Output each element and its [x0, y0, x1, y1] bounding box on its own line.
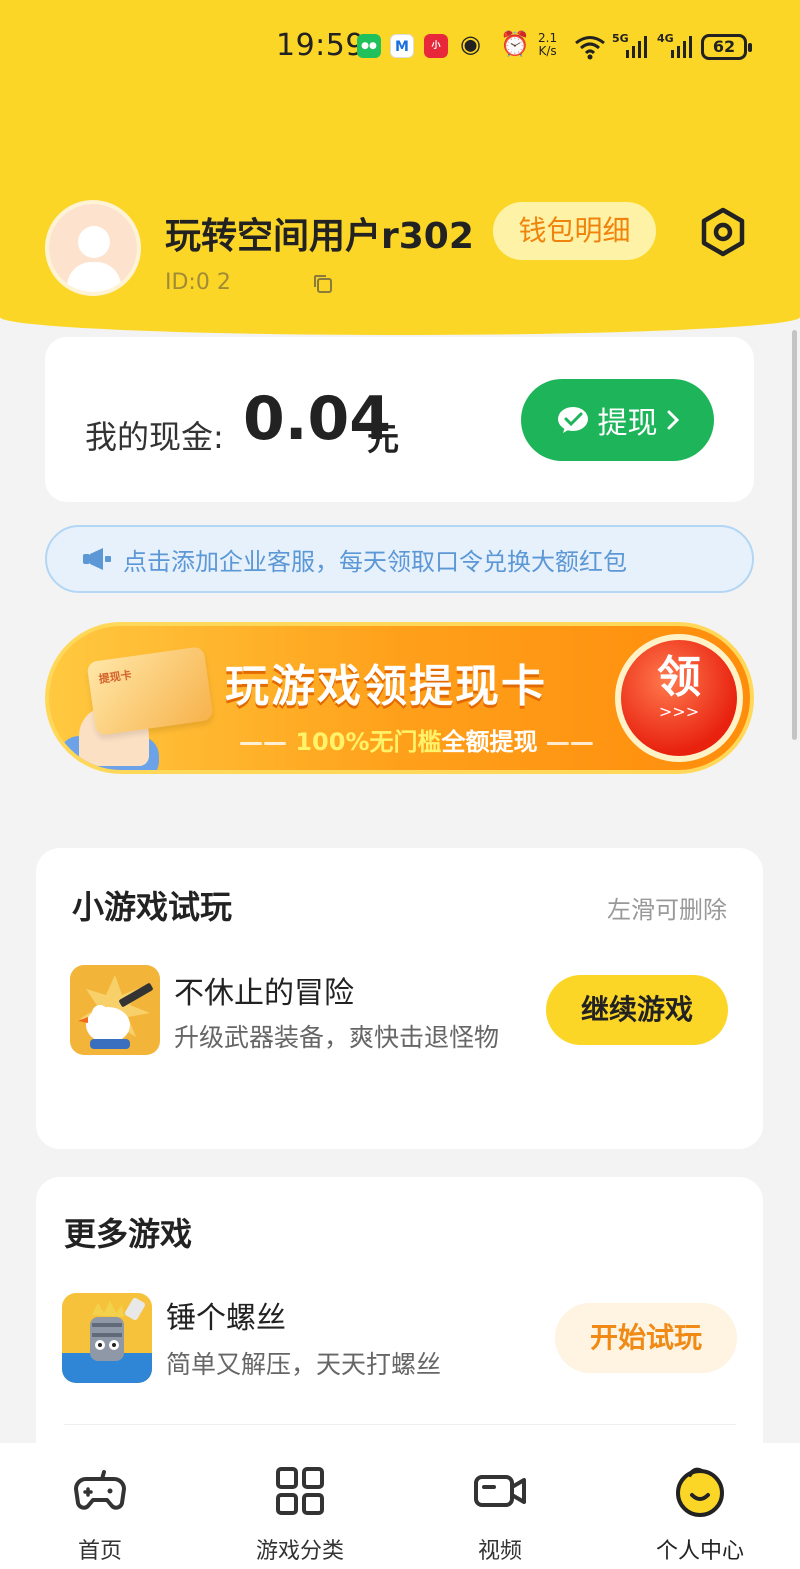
section-title: 更多游戏: [64, 1215, 193, 1253]
gamepad-icon: [74, 1470, 126, 1510]
wechat-icon: [557, 407, 588, 433]
cash-card: 我的现金: 0.04 元 提现: [45, 337, 754, 502]
nav-item-profile[interactable]: 个人中心: [600, 1443, 800, 1569]
game-icon[interactable]: [62, 1293, 152, 1383]
profile-face-icon: [676, 1467, 724, 1517]
wechat-notification-icon: ●●: [357, 34, 381, 58]
signal-bars-icon: [671, 36, 692, 58]
network-speed: 2.1 K/s: [538, 31, 558, 58]
video-icon: [474, 1475, 526, 1507]
avatar-body: [67, 262, 121, 292]
banner-title: 玩游戏领提现卡: [225, 661, 547, 712]
withdraw-card-banner[interactable]: 提现卡 玩游戏领提现卡 —— 100%无门槛全额提现 —— 领 >>>: [45, 622, 754, 774]
avatar[interactable]: [45, 200, 141, 296]
mini-game-trial-section: 小游戏试玩 左滑可删除 不休止的冒险 升级武器装备，爽快击退怪物 继续游戏: [36, 848, 763, 1149]
more-games-section: 更多游戏 锤个螺丝 简单又解压，天天打螺丝 开始试玩: [36, 1177, 763, 1477]
grid-icon: [276, 1467, 324, 1515]
game-icon[interactable]: [70, 965, 160, 1055]
swipe-hint: 左滑可删除: [607, 896, 727, 924]
user-id: ID:0 2: [165, 270, 231, 295]
claim-button[interactable]: 领 >>>: [615, 634, 743, 762]
xiaohongshu-notification-icon: 小: [424, 34, 448, 58]
wallet-details-button[interactable]: 钱包明细: [493, 202, 656, 260]
cash-unit: 元: [367, 420, 400, 458]
nav-item-home[interactable]: 首页: [0, 1443, 200, 1569]
signal-bars-icon: [626, 36, 647, 58]
banner-subtitle: —— 100%无门槛全额提现 ——: [239, 728, 594, 756]
nav-label: 个人中心: [655, 1539, 744, 1564]
nav-item-video[interactable]: 视频: [400, 1443, 600, 1569]
start-trial-button[interactable]: 开始试玩: [555, 1303, 737, 1373]
megaphone-icon: [83, 548, 111, 570]
copy-icon[interactable]: [312, 273, 334, 295]
nav-label: 首页: [77, 1539, 122, 1564]
withdraw-card-image: 提现卡: [86, 646, 214, 736]
notice-text: 点击添加企业客服，每天领取口令兑换大额红包: [123, 547, 627, 576]
game-desc: 升级武器装备，爽快击退怪物: [174, 1023, 500, 1052]
chevron-right-icon: [667, 410, 679, 430]
avatar-head: [78, 226, 110, 258]
withdraw-button[interactable]: 提现: [521, 379, 714, 461]
withdraw-label: 提现: [597, 406, 658, 441]
wifi-icon: [575, 36, 605, 60]
game-name: 锤个螺丝: [166, 1301, 286, 1336]
alarm-icon: ⏰: [500, 30, 530, 58]
continue-game-button[interactable]: 继续游戏: [546, 975, 728, 1045]
divider: [64, 1424, 736, 1425]
clock: 19:59: [276, 28, 365, 63]
cash-label: 我的现金:: [85, 418, 224, 456]
bottom-nav: 首页 游戏分类 视频 个人中心: [0, 1443, 800, 1569]
profile-header: 19:59 ●● M 小 ◉ ⏰ 2.1 K/s 5G 4G 62 玩转空间用户r…: [0, 0, 800, 335]
game-name: 不休止的冒险: [174, 976, 354, 1011]
scrollbar[interactable]: [792, 330, 797, 740]
section-title: 小游戏试玩: [72, 888, 233, 926]
battery-indicator: 62: [701, 34, 752, 60]
nav-label: 视频: [477, 1539, 522, 1564]
nav-label: 游戏分类: [255, 1539, 344, 1564]
username: 玩转空间用户r302: [165, 216, 474, 257]
eye-icon: ◉: [460, 30, 481, 58]
settings-icon[interactable]: [698, 207, 748, 257]
game-desc: 简单又解压，天天打螺丝: [166, 1350, 442, 1379]
app-notification-icon: M: [390, 34, 414, 58]
nav-item-categories[interactable]: 游戏分类: [200, 1443, 400, 1569]
status-bar: 19:59 ●● M 小 ◉ ⏰ 2.1 K/s 5G 4G 62: [0, 26, 800, 70]
customer-service-notice[interactable]: 点击添加企业客服，每天领取口令兑换大额红包: [45, 525, 754, 593]
